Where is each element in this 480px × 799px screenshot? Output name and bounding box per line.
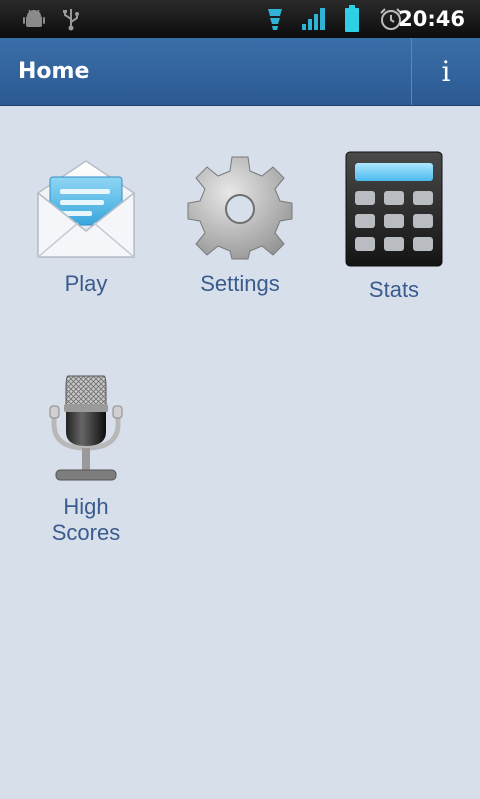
envelope-icon	[9, 153, 163, 265]
high-scores-tile[interactable]: High Scores	[9, 374, 163, 546]
play-label: Play	[64, 271, 108, 296]
stats-label: Stats	[368, 277, 420, 302]
page-title: Home	[18, 59, 90, 84]
microphone-icon	[9, 374, 163, 488]
info-icon: i	[441, 55, 451, 88]
settings-tile[interactable]: Settings	[163, 153, 317, 297]
stats-tile[interactable]: Stats	[317, 151, 471, 303]
android-debug-icon	[22, 0, 46, 38]
calculator-icon	[317, 151, 471, 271]
signal-icon	[300, 0, 328, 38]
status-bar: 20:46	[0, 0, 480, 38]
play-tile[interactable]: Play	[9, 153, 163, 297]
high-scores-label: High Scores	[51, 494, 121, 545]
action-bar: Home i	[0, 38, 480, 106]
status-time: 20:46	[398, 7, 465, 31]
gear-icon	[163, 153, 317, 265]
battery-icon	[342, 0, 362, 38]
data-activity-icon	[264, 0, 286, 38]
info-button[interactable]: i	[412, 38, 480, 105]
settings-label: Settings	[200, 271, 280, 296]
usb-icon	[60, 0, 82, 38]
